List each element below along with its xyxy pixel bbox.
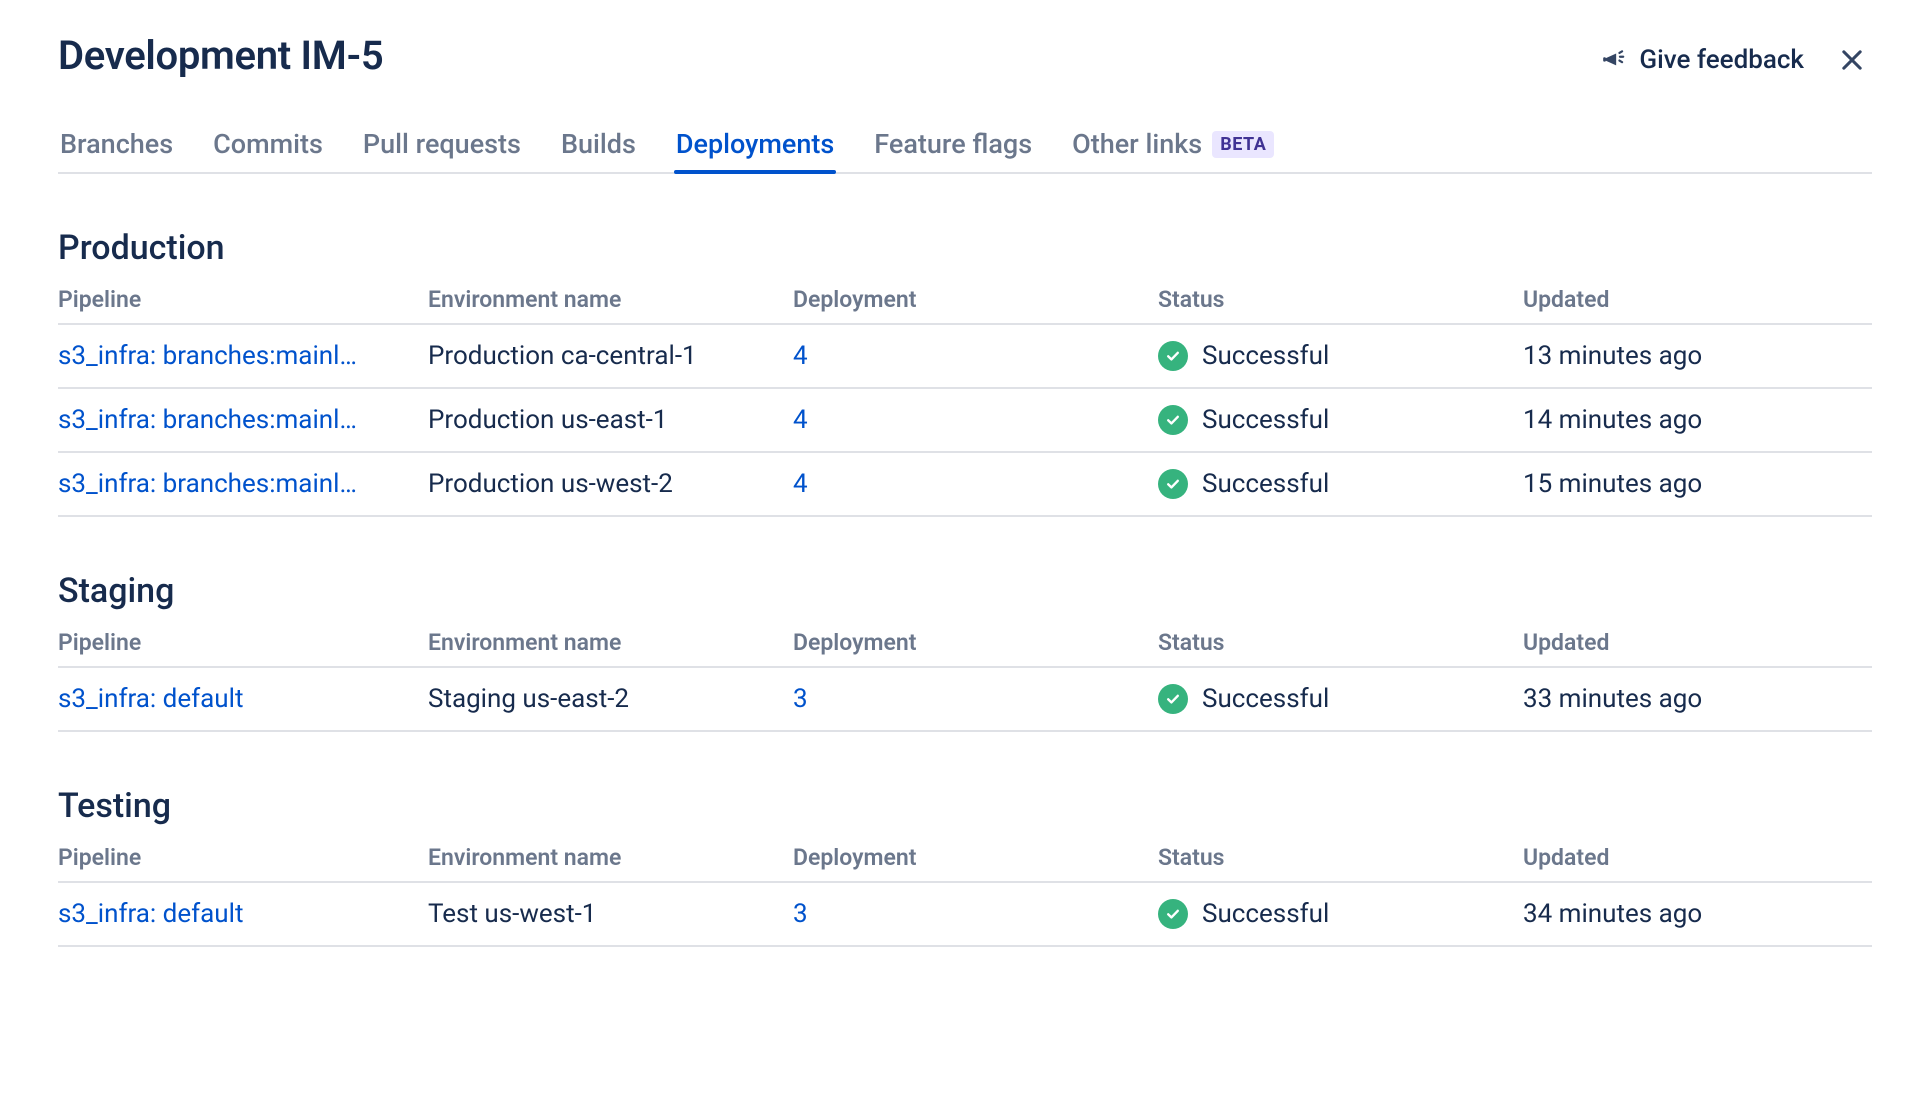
tab-label: Deployments [676, 128, 834, 160]
updated-text: 13 minutes ago [1523, 341, 1872, 371]
deployments-panel: Development IM-5 Give feedback [0, 0, 1930, 1120]
environment-name: Test us-west-1 [428, 899, 793, 929]
table-row: s3_infra: default Staging us-east-2 3 Su… [58, 668, 1872, 732]
col-deployment: Deployment [793, 629, 1158, 656]
col-updated: Updated [1523, 286, 1872, 313]
tab-feature-flags[interactable]: Feature flags [872, 128, 1034, 172]
status-cell: Successful [1158, 684, 1523, 714]
status-cell: Successful [1158, 341, 1523, 371]
table-row: s3_infra: branches:mainl… Production us-… [58, 453, 1872, 517]
col-pipeline: Pipeline [58, 286, 428, 313]
tab-other-links[interactable]: Other links BETA [1070, 128, 1276, 172]
tab-label: Commits [213, 128, 323, 160]
deployments-table: Pipeline Environment name Deployment Sta… [58, 836, 1872, 947]
updated-text: 15 minutes ago [1523, 469, 1872, 499]
close-icon [1838, 46, 1866, 74]
section-title: Staging [58, 571, 1872, 611]
col-status: Status [1158, 286, 1523, 313]
tab-label: Other links [1072, 128, 1202, 160]
col-pipeline: Pipeline [58, 844, 428, 871]
section-production: Production Pipeline Environment name Dep… [58, 228, 1872, 517]
environment-name: Production us-east-1 [428, 405, 793, 435]
deployment-link[interactable]: 3 [793, 899, 1158, 929]
beta-badge: BETA [1212, 131, 1274, 158]
updated-text: 14 minutes ago [1523, 405, 1872, 435]
deployment-link[interactable]: 3 [793, 684, 1158, 714]
pipeline-link[interactable]: s3_infra: branches:mainl… [58, 405, 428, 435]
environment-name: Staging us-east-2 [428, 684, 793, 714]
tab-deployments[interactable]: Deployments [674, 128, 836, 172]
success-icon [1158, 341, 1188, 371]
table-row: s3_infra: default Test us-west-1 3 Succe… [58, 883, 1872, 947]
updated-text: 33 minutes ago [1523, 684, 1872, 714]
col-status: Status [1158, 844, 1523, 871]
status-text: Successful [1202, 405, 1329, 435]
environment-name: Production us-west-2 [428, 469, 793, 499]
status-text: Successful [1202, 684, 1329, 714]
megaphone-icon [1601, 47, 1627, 73]
header-actions: Give feedback [1601, 40, 1872, 80]
section-title: Testing [58, 786, 1872, 826]
tab-label: Builds [561, 128, 636, 160]
tab-builds[interactable]: Builds [559, 128, 638, 172]
give-feedback-button[interactable]: Give feedback [1601, 45, 1804, 75]
tab-label: Pull requests [363, 128, 521, 160]
table-row: s3_infra: branches:mainl… Production us-… [58, 389, 1872, 453]
col-environment: Environment name [428, 286, 793, 313]
col-status: Status [1158, 629, 1523, 656]
col-pipeline: Pipeline [58, 629, 428, 656]
pipeline-link[interactable]: s3_infra: default [58, 899, 428, 929]
deployment-link[interactable]: 4 [793, 405, 1158, 435]
tabs-bar: Branches Commits Pull requests Builds De… [58, 128, 1872, 174]
section-staging: Staging Pipeline Environment name Deploy… [58, 571, 1872, 732]
give-feedback-label: Give feedback [1639, 45, 1804, 75]
success-icon [1158, 684, 1188, 714]
section-title: Production [58, 228, 1872, 268]
status-text: Successful [1202, 341, 1329, 371]
close-button[interactable] [1832, 40, 1872, 80]
section-testing: Testing Pipeline Environment name Deploy… [58, 786, 1872, 947]
deployment-link[interactable]: 4 [793, 341, 1158, 371]
deployments-table: Pipeline Environment name Deployment Sta… [58, 278, 1872, 517]
success-icon [1158, 405, 1188, 435]
status-cell: Successful [1158, 405, 1523, 435]
updated-text: 34 minutes ago [1523, 899, 1872, 929]
success-icon [1158, 469, 1188, 499]
pipeline-link[interactable]: s3_infra: default [58, 684, 428, 714]
tab-label: Feature flags [874, 128, 1032, 160]
status-cell: Successful [1158, 469, 1523, 499]
col-environment: Environment name [428, 844, 793, 871]
status-text: Successful [1202, 469, 1329, 499]
table-header: Pipeline Environment name Deployment Sta… [58, 621, 1872, 668]
panel-title: Development IM-5 [58, 32, 383, 79]
col-updated: Updated [1523, 629, 1872, 656]
deployment-link[interactable]: 4 [793, 469, 1158, 499]
table-header: Pipeline Environment name Deployment Sta… [58, 836, 1872, 883]
deployments-table: Pipeline Environment name Deployment Sta… [58, 621, 1872, 732]
panel-header: Development IM-5 Give feedback [58, 32, 1872, 80]
col-deployment: Deployment [793, 286, 1158, 313]
status-cell: Successful [1158, 899, 1523, 929]
environment-name: Production ca-central-1 [428, 341, 793, 371]
success-icon [1158, 899, 1188, 929]
col-deployment: Deployment [793, 844, 1158, 871]
table-header: Pipeline Environment name Deployment Sta… [58, 278, 1872, 325]
status-text: Successful [1202, 899, 1329, 929]
pipeline-link[interactable]: s3_infra: branches:mainl… [58, 341, 428, 371]
pipeline-link[interactable]: s3_infra: branches:mainl… [58, 469, 428, 499]
tab-pull-requests[interactable]: Pull requests [361, 128, 523, 172]
tab-label: Branches [60, 128, 173, 160]
table-row: s3_infra: branches:mainl… Production ca-… [58, 325, 1872, 389]
col-updated: Updated [1523, 844, 1872, 871]
tab-branches[interactable]: Branches [58, 128, 175, 172]
col-environment: Environment name [428, 629, 793, 656]
tab-commits[interactable]: Commits [211, 128, 325, 172]
